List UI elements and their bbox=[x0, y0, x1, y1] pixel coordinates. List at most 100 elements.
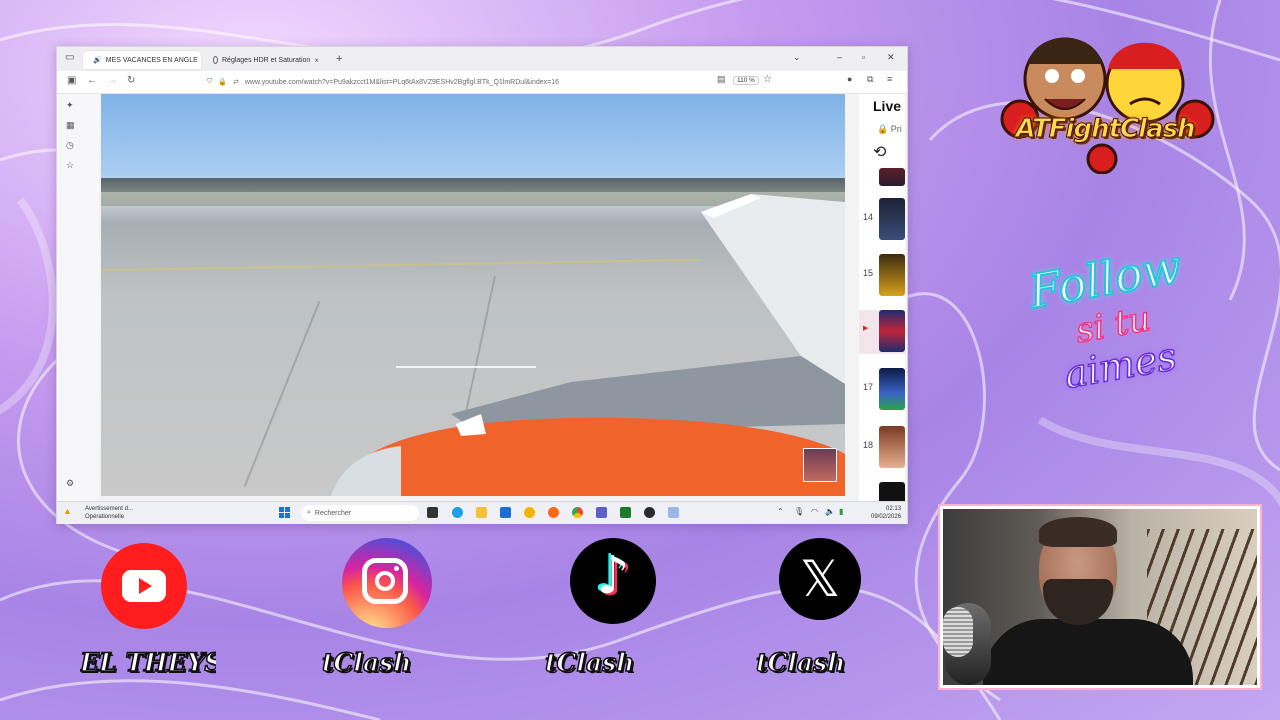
webcam-feed bbox=[943, 509, 1257, 685]
volume-icon[interactable]: 🔈 bbox=[825, 507, 835, 516]
playlist-item[interactable]: 15 bbox=[859, 254, 905, 298]
teams-icon[interactable] bbox=[596, 507, 607, 518]
bookmark-star-icon[interactable]: ☆ bbox=[763, 74, 772, 85]
streamer-hair bbox=[1039, 517, 1117, 547]
warning-widget[interactable]: Avertissement d... Opérationnelle bbox=[85, 505, 133, 521]
extensions-icon[interactable]: ⧉ bbox=[867, 74, 873, 85]
video-preview-thumbnail[interactable] bbox=[803, 448, 837, 482]
firefox-icon[interactable] bbox=[548, 507, 559, 518]
chrome-canary-icon[interactable] bbox=[524, 507, 535, 518]
tab-title: Réglages HDR et Saturation bbox=[222, 56, 311, 64]
taskbar-clock[interactable]: 02:13 09/02/2026 bbox=[871, 505, 901, 521]
taskbar-search-box[interactable]: ⌕ Rechercher bbox=[301, 505, 419, 521]
youtube-icon bbox=[101, 543, 187, 629]
account-icon[interactable]: ● bbox=[847, 74, 852, 84]
clock-time: 02:13 bbox=[886, 506, 902, 512]
zoom-level-badge[interactable]: 110 % bbox=[733, 76, 759, 85]
now-playing-icon: ▶ bbox=[863, 325, 869, 332]
playlist-item[interactable] bbox=[859, 482, 905, 501]
playlist-item[interactable]: 17 bbox=[859, 368, 905, 412]
x-icon: 𝕏 bbox=[779, 538, 861, 620]
playlist-item[interactable]: 14 bbox=[859, 198, 905, 242]
instagram-icon bbox=[342, 538, 432, 628]
back-button[interactable]: ← bbox=[87, 75, 97, 86]
file-explorer-icon[interactable] bbox=[476, 507, 487, 518]
windows-taskbar: ▲ Avertissement d... Opérationnelle ⌕ Re… bbox=[57, 501, 907, 524]
playlist-item-index: 17 bbox=[863, 382, 874, 392]
video-seek-bar[interactable] bbox=[396, 366, 536, 368]
playlist-privacy-label: 🔒 Pri bbox=[877, 124, 902, 134]
playlist-thumbnail bbox=[879, 482, 905, 501]
tray-chevron-icon[interactable]: ⌃ bbox=[777, 507, 784, 516]
microphone-icon bbox=[943, 607, 973, 657]
tab-list-chevron-icon[interactable]: ⌄ bbox=[793, 52, 801, 63]
playlist-thumbnail bbox=[879, 254, 905, 296]
sidebar-toggle-icon[interactable]: ▣ bbox=[67, 75, 76, 86]
chrome-icon[interactable] bbox=[572, 507, 583, 518]
browser-window: ▭ 🔊 MES VACANCES EN ANGLE × Réglages HDR… bbox=[56, 46, 908, 524]
logo-text: ATFightClash bbox=[1015, 114, 1196, 145]
playlist-thumbnail bbox=[879, 310, 905, 352]
playlist-item[interactable]: 18 bbox=[859, 426, 905, 470]
x-handle: tClash bbox=[756, 648, 846, 677]
speaker-icon[interactable]: 🔊 bbox=[93, 56, 102, 64]
site-info-icon[interactable]: ⇄ bbox=[233, 78, 239, 86]
wifi-icon[interactable]: ◠ bbox=[811, 507, 818, 516]
lock-icon[interactable]: 🔒 bbox=[218, 78, 227, 86]
new-tab-button[interactable]: + bbox=[336, 53, 342, 65]
streamer-body bbox=[983, 619, 1193, 685]
close-window-button[interactable]: ✕ bbox=[887, 52, 895, 63]
edge-icon[interactable] bbox=[452, 507, 463, 518]
playlist-item-current[interactable]: ▶ bbox=[859, 310, 905, 354]
webcam-frame bbox=[940, 506, 1260, 688]
warning-icon[interactable]: ▲ bbox=[63, 506, 72, 516]
search-icon: ⌕ bbox=[307, 509, 311, 516]
snipping-tool-icon[interactable] bbox=[668, 507, 679, 518]
atfightclash-logo: ATFightClash bbox=[990, 24, 1220, 175]
tab-close-icon[interactable]: × bbox=[314, 56, 319, 65]
logo-mascots bbox=[1000, 37, 1215, 175]
follow-call-to-action: Follow si tu aimes bbox=[1003, 238, 1228, 431]
tab-youtube-video[interactable]: 🔊 MES VACANCES EN ANGLE × bbox=[83, 51, 201, 69]
address-bar[interactable]: ⛉ 🔒 ⇄ www.youtube.com/watch?v=Pu9akzcct1… bbox=[201, 74, 781, 90]
warning-subtitle: Opérationnelle bbox=[85, 514, 125, 520]
tab-settings-page[interactable]: Réglages HDR et Saturation × bbox=[207, 51, 325, 69]
windows-start-icon[interactable] bbox=[279, 507, 291, 519]
outlook-icon[interactable] bbox=[500, 507, 511, 518]
reload-button[interactable]: ↻ bbox=[127, 75, 135, 86]
warning-title: Avertissement d... bbox=[85, 506, 133, 512]
menu-icon[interactable]: ≡ bbox=[887, 74, 892, 84]
airplane-wing-engine bbox=[331, 194, 845, 496]
playlist-thumbnail bbox=[879, 198, 905, 240]
navigation-bar: ▣ ← → ↻ ⛉ 🔒 ⇄ www.youtube.com/watch?v=Pu… bbox=[57, 71, 907, 94]
kick-icon[interactable] bbox=[620, 507, 631, 518]
bookmarks-icon[interactable]: ☆ bbox=[66, 160, 74, 171]
loop-playlist-icon[interactable]: ⟲ bbox=[873, 142, 886, 162]
tab-actions-icon[interactable]: ▭ bbox=[65, 52, 74, 63]
tab-bar: ▭ 🔊 MES VACANCES EN ANGLE × Réglages HDR… bbox=[57, 47, 907, 71]
customize-gear-icon[interactable]: ⚙ bbox=[66, 478, 74, 489]
forward-button[interactable]: → bbox=[107, 75, 117, 86]
video-player[interactable] bbox=[101, 94, 845, 496]
obs-icon[interactable] bbox=[644, 507, 655, 518]
microphone-icon[interactable]: 🎙 bbox=[794, 507, 804, 516]
ai-sparkle-icon[interactable]: ✦ bbox=[66, 100, 74, 111]
minimize-button[interactable]: – bbox=[837, 52, 842, 62]
playlist-title[interactable]: Live bbox=[873, 98, 901, 114]
sync-tabs-icon[interactable]: ▦ bbox=[66, 120, 75, 131]
shield-icon[interactable]: ⛉ bbox=[207, 78, 212, 86]
task-view-icon[interactable] bbox=[427, 507, 438, 518]
browser-sidebar: ✦ ▦ ◷ ☆ ⚙ bbox=[57, 94, 99, 501]
instagram-handle: tClash bbox=[322, 648, 412, 677]
history-icon[interactable]: ◷ bbox=[66, 140, 74, 151]
playlist-item[interactable] bbox=[859, 168, 905, 188]
playlist-panel: Live 🔒 Pri ⟲ 14 15 ▶ 17 18 bbox=[859, 94, 905, 501]
tab-title: MES VACANCES EN ANGLE bbox=[105, 56, 198, 64]
playlist-thumbnail bbox=[879, 426, 905, 468]
maximize-button[interactable]: ▫ bbox=[862, 52, 865, 62]
playlist-thumbnail bbox=[879, 368, 905, 410]
reader-view-icon[interactable]: ▤ bbox=[717, 74, 726, 85]
settings-favicon-icon bbox=[213, 56, 218, 64]
url-text[interactable]: www.youtube.com/watch?v=Pu9akzcct1M&list… bbox=[245, 79, 559, 86]
battery-icon[interactable]: ▮ bbox=[839, 507, 843, 516]
